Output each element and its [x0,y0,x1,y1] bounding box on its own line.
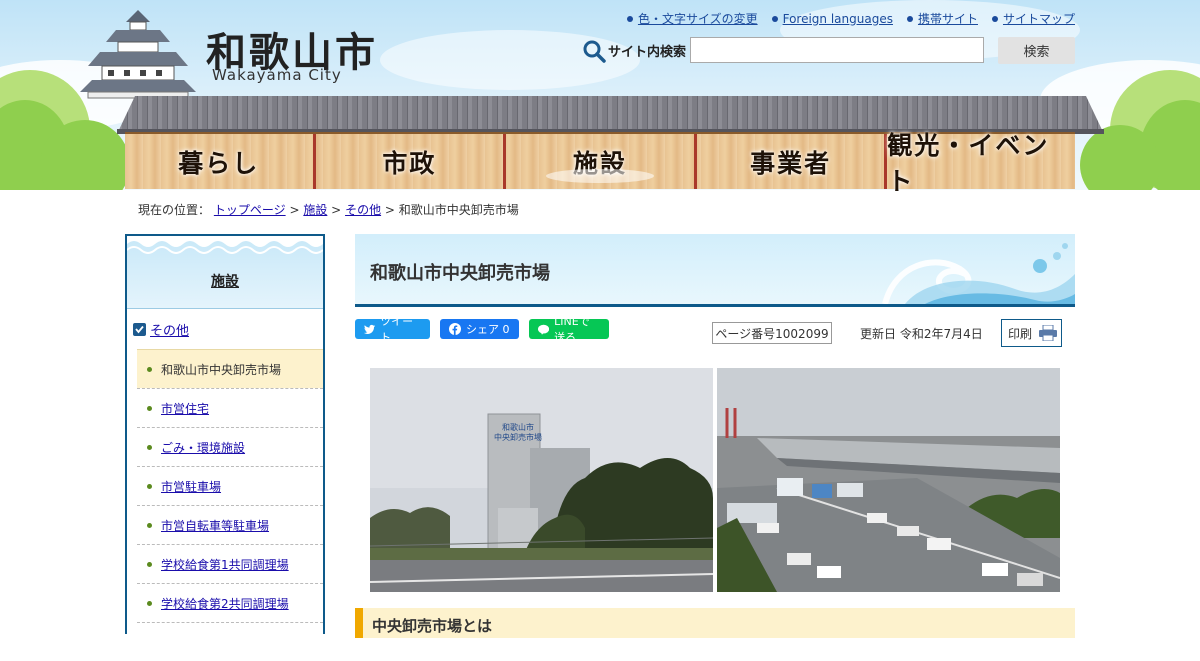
util-link-mobile-site[interactable]: 携帯サイト [906,10,978,27]
facebook-icon [449,323,461,335]
line-share-button[interactable]: LINEで送る [529,315,609,344]
global-nav: 暮らし 市政 施設 事業者 観光・イベント [125,131,1075,196]
sidebar-item-school-lunch-1[interactable]: 学校給食第1共同調理場 [137,544,323,583]
breadcrumb-link-facilities[interactable]: 施設 [303,203,327,217]
breadcrumb-prefix: 現在の位置： [138,203,211,217]
breadcrumb-separator: > [384,203,395,217]
sidebar-category: その他 [127,309,323,349]
sidebar-item-bicycle-parking[interactable]: 市営自転車等駐車場 [137,505,323,544]
nav-item-business[interactable]: 事業者 [697,134,888,189]
breadcrumb-current: 和歌山市中央卸売市場 [398,203,519,217]
twitter-icon [364,324,376,334]
market-yard-photo [717,368,1060,592]
util-link-sitemap[interactable]: サイトマップ [991,10,1075,27]
bullet-icon [147,522,152,528]
search-input[interactable] [690,37,984,63]
site-search: サイト内検索 検索 [582,37,1075,65]
sidebar-item-waste-facilities[interactable]: ごみ・環境施設 [137,427,323,466]
search-label: サイト内検索 [608,45,687,60]
page-number: ページ番号1002099 [712,322,832,344]
building-sign: 中央卸売市場 [494,432,542,442]
sidebar: 施設 その他 和歌山市中央卸売市場 市営住宅 ごみ・環境施設 市営駐車場 市営自… [125,234,325,634]
sidebar-item-parking[interactable]: 市営駐車場 [137,466,323,505]
section-heading: 中央卸売市場とは [355,608,1075,638]
bullet-icon [771,15,778,22]
checkbox-icon [133,322,146,336]
breadcrumb-separator: > [331,203,342,217]
updated-date: 更新日 令和2年7月4日 [860,327,983,341]
share-buttons: ツイート シェア 0 LINEで送る [355,315,609,344]
bullet-icon [147,444,152,450]
utility-links: 色・文字サイズの変更 Foreign languages 携帯サイト サイトマッ… [626,10,1075,27]
nav-item-living[interactable]: 暮らし [125,134,316,189]
sidebar-header: 施設 [127,236,323,309]
bullet-icon [147,600,152,606]
search-button[interactable]: 検索 [998,37,1075,64]
sidebar-list: 和歌山市中央卸売市場 市営住宅 ごみ・環境施設 市営駐車場 市営自転車等駐車場 … [137,349,323,661]
tweet-button[interactable]: ツイート [355,315,430,344]
page-title-box: 和歌山市中央卸売市場 [355,234,1075,307]
sidebar-item-school-lunch-2[interactable]: 学校給食第2共同調理場 [137,583,323,622]
sidebar-title[interactable]: 施設 [127,271,323,291]
bullet-icon [147,366,152,372]
breadcrumb: 現在の位置： トップページ > 施設 > その他 > 和歌山市中央卸売市場 [138,201,519,218]
sidebar-item-municipal-housing[interactable]: 市営住宅 [137,388,323,427]
breadcrumb-link-top[interactable]: トップページ [214,203,286,217]
search-icon [583,40,606,63]
sidebar-item-central-market: 和歌山市中央卸売市場 [137,349,323,388]
site-logo[interactable]: 和歌山市 Wakayama City [78,8,398,99]
wave-decoration [127,236,323,254]
breadcrumb-separator: > [289,203,300,217]
market-building-photo: 和歌山市 中央卸売市場 [370,368,713,592]
printer-icon [1039,325,1057,341]
breadcrumb-link-other[interactable]: その他 [345,203,381,217]
facebook-share-button[interactable]: シェア 0 [440,319,519,339]
building-sign: 和歌山市 [502,422,534,432]
sidebar-category-link[interactable]: その他 [150,320,189,339]
bullet-icon [906,15,913,22]
castle-icon [80,10,196,99]
page-title: 和歌山市中央卸売市場 [370,263,550,284]
nav-item-city-government[interactable]: 市政 [316,134,507,189]
util-link-color-text-size[interactable]: 色・文字サイズの変更 [626,10,758,27]
nav-item-tourism-events[interactable]: 観光・イベント [887,131,1075,196]
util-link-foreign-languages[interactable]: Foreign languages [771,10,893,27]
sidebar-item-more[interactable] [137,622,323,661]
bullet-icon [991,15,998,22]
site-subtitle: Wakayama City [212,66,342,84]
line-icon [538,324,550,335]
bullet-icon [147,483,152,489]
bullet-icon [147,405,152,411]
nav-item-facilities[interactable]: 施設 [506,134,697,189]
bullet-icon [626,15,633,22]
wave-decoration [882,243,1075,304]
print-button[interactable]: 印刷 [1001,319,1062,347]
bullet-icon [147,561,152,567]
